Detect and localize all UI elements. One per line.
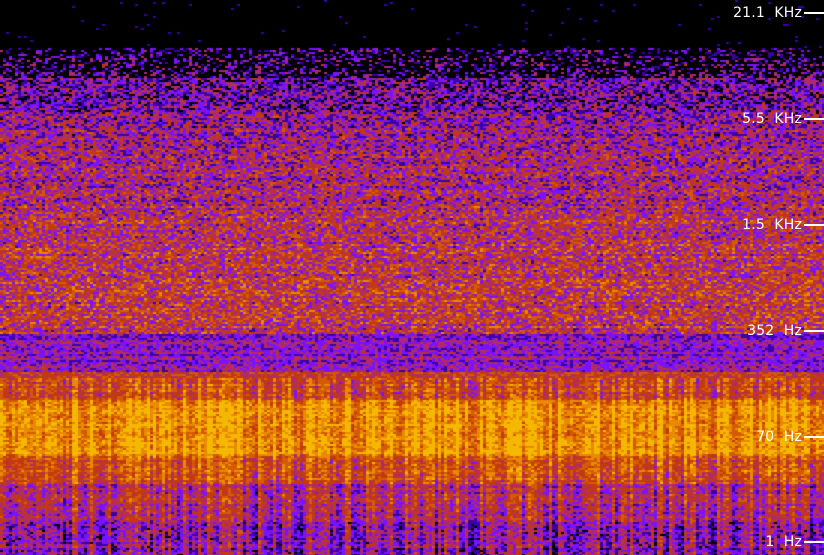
freq-tick-label: 352 Hz xyxy=(747,323,802,339)
freq-tick-label: 21.1 KHz xyxy=(733,5,802,21)
tick-mark xyxy=(804,12,824,14)
freq-tick-1-hz: 1 Hz xyxy=(765,532,824,552)
freq-tick-70-hz: 70 Hz xyxy=(756,427,824,447)
frequency-axis: 21.1 KHz 5.5 KHz 1.5 KHz 352 Hz 70 Hz 1 … xyxy=(684,0,824,555)
freq-tick-352-hz: 352 Hz xyxy=(747,321,824,341)
tick-mark xyxy=(804,541,824,543)
freq-tick-1-5-khz: 1.5 KHz xyxy=(742,215,824,235)
tick-mark xyxy=(804,436,824,438)
freq-tick-label: 5.5 KHz xyxy=(742,111,802,127)
tick-mark xyxy=(804,118,824,120)
freq-tick-5-5-khz: 5.5 KHz xyxy=(742,109,824,129)
tick-mark xyxy=(804,330,824,332)
freq-tick-label: 1.5 KHz xyxy=(742,217,802,233)
freq-tick-label: 70 Hz xyxy=(756,429,802,445)
freq-tick-label: 1 Hz xyxy=(765,534,802,550)
tick-mark xyxy=(804,224,824,226)
freq-tick-21-1-khz: 21.1 KHz xyxy=(733,3,824,23)
